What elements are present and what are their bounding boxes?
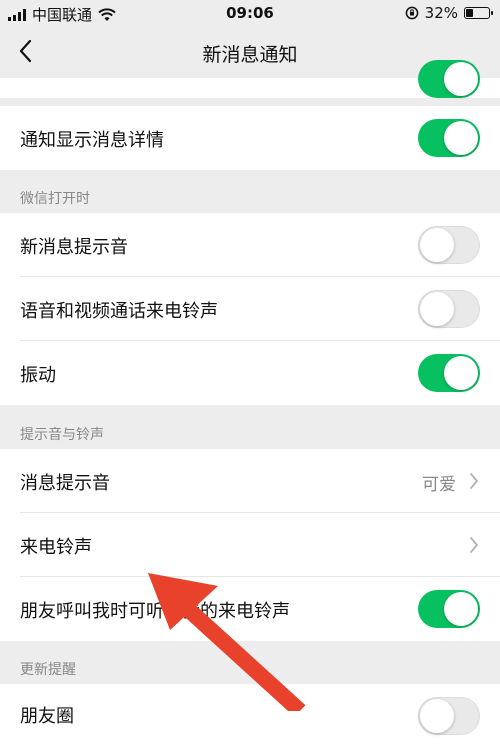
row-label: 语音和视频通话来电铃声	[20, 301, 218, 322]
row-label: 来电铃声	[20, 537, 92, 558]
section-header-sound-ringtone: 提示音与铃声	[20, 427, 104, 443]
chevron-right-icon	[470, 473, 478, 489]
row-label: 通知显示消息详情	[20, 130, 164, 151]
battery-icon	[464, 7, 493, 19]
battery-percent: 32%	[424, 4, 458, 22]
row-call-ringtone[interactable]: 来电铃声	[0, 513, 500, 577]
row-label: 新消息提示音	[20, 237, 128, 258]
call-ringtone-toggle[interactable]	[418, 290, 480, 328]
row-vibrate: 振动	[0, 341, 500, 405]
vibrate-toggle[interactable]	[418, 354, 480, 392]
row-label: 消息提示音	[20, 473, 110, 494]
orientation-lock-icon	[405, 6, 419, 20]
status-bar: 中国联通 09:06 32%	[0, 0, 500, 26]
row-msg-sound[interactable]: 消息提示音 可爱	[0, 449, 500, 513]
show-details-toggle[interactable]	[418, 119, 480, 157]
row-label: 朋友圈	[20, 706, 74, 727]
status-right: 32%	[405, 4, 493, 22]
toggle-switch[interactable]	[418, 60, 480, 98]
moments-toggle[interactable]	[418, 697, 480, 735]
row-label: 朋友呼叫我时可听到我的来电铃声	[20, 601, 290, 622]
section-header-wechat-open: 微信打开时	[20, 191, 90, 207]
new-msg-sound-toggle[interactable]	[418, 226, 480, 264]
row-new-msg-sound: 新消息提示音	[0, 213, 500, 277]
row-friend-ringtone: 朋友呼叫我时可听到我的来电铃声	[0, 577, 500, 641]
row-show-details: 通知显示消息详情	[0, 106, 500, 170]
msg-sound-value: 可爱	[422, 475, 456, 495]
friend-ringtone-toggle[interactable]	[418, 590, 480, 628]
row-moments: 朋友圈	[0, 684, 500, 748]
row-call-ringtone-toggle: 语音和视频通话来电铃声	[0, 277, 500, 341]
chevron-right-icon	[470, 537, 478, 553]
list-item-partial	[0, 60, 500, 98]
section-header-update-reminder: 更新提醒	[20, 662, 76, 678]
row-label: 振动	[20, 365, 56, 386]
